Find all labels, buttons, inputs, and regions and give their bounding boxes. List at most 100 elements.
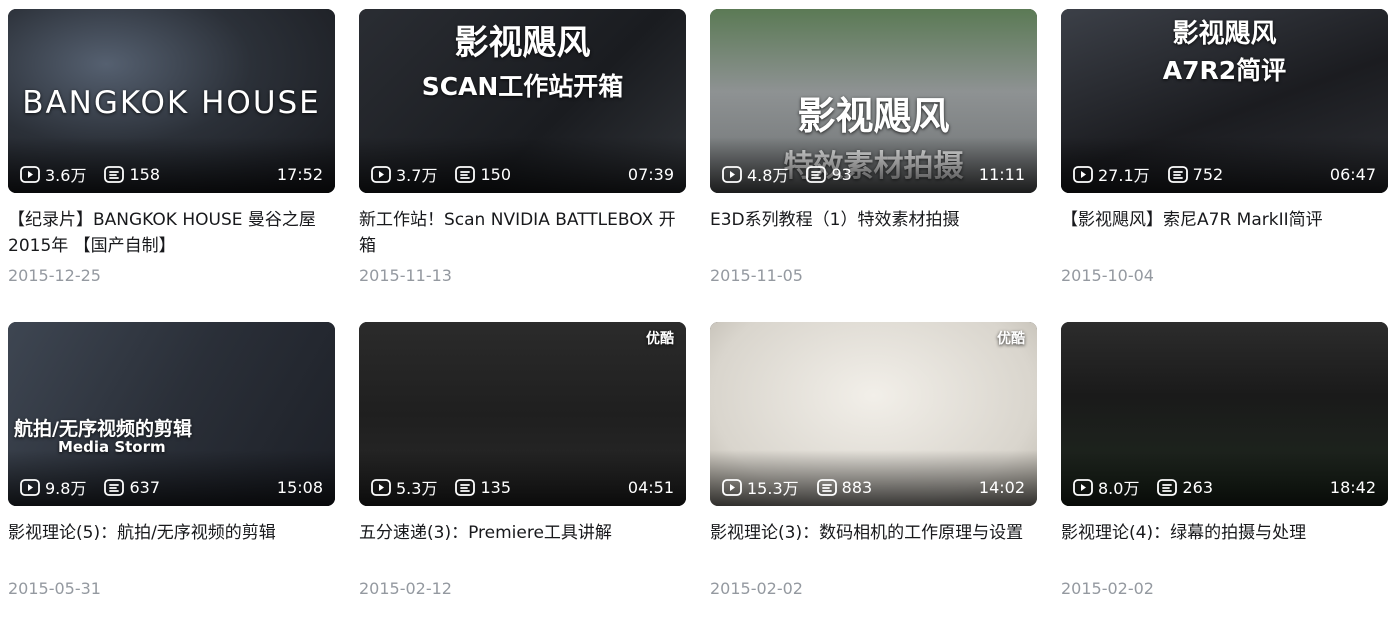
video-duration: 11:11 <box>978 164 1025 184</box>
play-count-icon <box>371 165 396 183</box>
video-title[interactable]: 影视理论(3)：数码相机的工作原理与设置 <box>710 520 1037 572</box>
comment-count-value: 263 <box>1182 477 1213 497</box>
video-duration: 15:08 <box>276 477 323 497</box>
video-card[interactable]: 8.0万 263 18:42 影视理论(4)：绿幕的拍摄与处理 2015-02-… <box>1061 322 1388 635</box>
video-title[interactable]: 新工作站！Scan NVIDIA BATTLEBOX 开箱 <box>359 207 686 259</box>
view-count-value: 4.8万 <box>747 166 789 185</box>
view-count: 15.3万 <box>722 475 799 499</box>
view-count-value: 3.7万 <box>396 166 438 185</box>
video-card[interactable]: 航拍/无序视频的剪辑 Media Storm 9.8万 637 15:08 影视… <box>8 322 335 635</box>
thumbnail-overlay-title: 优酷 <box>997 331 1025 347</box>
video-stats: 27.1万 752 06:47 <box>1073 162 1376 186</box>
thumbnail-overlay-title: 影视飓风 <box>797 94 950 138</box>
play-count-icon <box>1073 165 1098 183</box>
thumbnail-overlay-title: 影视飓风 <box>1172 19 1277 49</box>
video-date: 2015-10-04 <box>1061 266 1154 285</box>
video-date: 2015-02-02 <box>1061 579 1154 598</box>
video-date: 2015-05-31 <box>8 579 101 598</box>
comment-count-value: 150 <box>480 164 511 184</box>
video-title[interactable]: 【影视飓风】索尼A7R MarkII简评 <box>1061 207 1388 259</box>
video-card[interactable]: 影视飓风 SCAN工作站开箱 3.7万 150 07:39 新工作站！Scan … <box>359 9 686 322</box>
danmaku-count-icon <box>455 165 480 183</box>
danmaku-count-icon <box>816 478 842 496</box>
thumbnail-overlay-title: BANGKOK HOUSE <box>22 85 321 121</box>
view-count: 9.8万 <box>20 475 86 499</box>
thumbnail-overlay-subtitle: SCAN工作站开箱 <box>421 72 624 101</box>
comment-count: 135 <box>455 478 511 497</box>
video-thumbnail[interactable]: 航拍/无序视频的剪辑 Media Storm 9.8万 637 15:08 <box>8 322 335 506</box>
video-thumbnail[interactable]: 影视飓风 SCAN工作站开箱 3.7万 150 07:39 <box>359 9 686 193</box>
video-stats: 3.7万 150 07:39 <box>371 162 674 186</box>
comment-count-value: 637 <box>129 477 160 497</box>
comment-count: 752 <box>1167 164 1224 184</box>
video-title[interactable]: 影视理论(5)：航拍/无序视频的剪辑 <box>8 520 335 572</box>
video-thumbnail[interactable]: 8.0万 263 18:42 <box>1061 322 1388 506</box>
video-title[interactable]: 影视理论(4)：绿幕的拍摄与处理 <box>1061 520 1388 572</box>
comment-count: 263 <box>1157 478 1213 497</box>
thumbnail-overlay-title: 航拍/无序视频的剪辑 <box>14 418 192 440</box>
view-count-value: 5.3万 <box>396 479 438 498</box>
view-count: 27.1万 <box>1073 162 1150 186</box>
view-count-value: 3.6万 <box>45 166 87 185</box>
video-thumbnail[interactable]: 影视飓风 特效素材拍摄 4.8万 93 11:11 <box>710 9 1037 193</box>
video-date: 2015-02-12 <box>359 579 452 598</box>
comment-count-value: 752 <box>1192 164 1224 184</box>
video-thumbnail[interactable]: BANGKOK HOUSE 3.6万 158 17:52 <box>8 9 335 193</box>
view-count: 8.0万 <box>1073 475 1139 499</box>
video-date: 2015-12-25 <box>8 266 101 285</box>
danmaku-count-icon <box>455 478 480 496</box>
view-count-value: 8.0万 <box>1098 479 1140 498</box>
video-date: 2015-02-02 <box>710 579 803 598</box>
video-thumbnail[interactable]: 影视飓风 A7R2简评 27.1万 752 06:47 <box>1061 9 1388 193</box>
thumbnail-overlay-subtitle: A7R2简评 <box>1162 56 1287 85</box>
comment-count: 150 <box>455 165 511 184</box>
video-stats: 9.8万 637 15:08 <box>20 475 323 499</box>
video-title[interactable]: 五分速递(3)：Premiere工具讲解 <box>359 520 686 572</box>
view-count: 3.7万 <box>371 162 437 186</box>
view-count: 4.8万 <box>722 162 788 186</box>
comment-count-value: 93 <box>831 164 852 184</box>
video-card[interactable]: 优酷 5.3万 135 04:51 五分速递(3)：Premiere工具讲解 2… <box>359 322 686 635</box>
view-count-value: 9.8万 <box>45 479 87 498</box>
video-title[interactable]: E3D系列教程（1）特效素材拍摄 <box>710 207 1037 259</box>
video-thumbnail[interactable]: 优酷 15.3万 883 14:02 <box>710 322 1037 506</box>
play-count-icon <box>722 165 747 183</box>
video-duration: 06:47 <box>1329 164 1376 184</box>
video-duration: 14:02 <box>978 477 1025 497</box>
video-stats: 8.0万 263 18:42 <box>1073 475 1376 499</box>
view-count-value: 15.3万 <box>747 479 799 498</box>
comment-count-value: 158 <box>129 164 160 184</box>
video-stats: 5.3万 135 04:51 <box>371 475 674 499</box>
video-date: 2015-11-13 <box>359 266 452 285</box>
video-duration: 17:52 <box>276 164 323 184</box>
danmaku-count-icon <box>104 165 129 183</box>
play-count-icon <box>20 478 45 496</box>
video-title[interactable]: 【纪录片】BANGKOK HOUSE 曼谷之屋 2015年 【国产自制】 <box>8 207 335 259</box>
danmaku-count-icon <box>806 165 831 183</box>
video-card[interactable]: BANGKOK HOUSE 3.6万 158 17:52 【纪录片】BANGKO… <box>8 9 335 322</box>
video-grid: BANGKOK HOUSE 3.6万 158 17:52 【纪录片】BANGKO… <box>8 9 1388 635</box>
video-stats: 4.8万 93 11:11 <box>722 162 1025 186</box>
video-duration: 04:51 <box>627 477 674 497</box>
thumbnail-overlay-title: 影视飓风 <box>454 23 591 63</box>
video-card[interactable]: 影视飓风 A7R2简评 27.1万 752 06:47 【影视飓风】索尼A7R … <box>1061 9 1388 322</box>
comment-count: 883 <box>816 478 872 497</box>
play-count-icon <box>20 165 45 183</box>
video-duration: 07:39 <box>627 164 674 184</box>
danmaku-count-icon <box>1167 165 1193 183</box>
comment-count-value: 135 <box>480 477 511 497</box>
view-count-value: 27.1万 <box>1098 166 1150 185</box>
video-stats: 3.6万 158 17:52 <box>20 162 323 186</box>
comment-count: 93 <box>806 164 852 184</box>
danmaku-count-icon <box>104 478 129 496</box>
video-duration: 18:42 <box>1329 477 1376 497</box>
view-count: 3.6万 <box>20 162 86 186</box>
video-date: 2015-11-05 <box>710 266 803 285</box>
video-thumbnail[interactable]: 优酷 5.3万 135 04:51 <box>359 322 686 506</box>
video-card[interactable]: 优酷 15.3万 883 14:02 影视理论(3)：数码相机的工作原理与设置 … <box>710 322 1037 635</box>
play-count-icon <box>722 478 747 496</box>
play-count-icon <box>371 478 396 496</box>
comment-count: 158 <box>104 165 160 184</box>
view-count: 5.3万 <box>371 475 437 499</box>
video-card[interactable]: 影视飓风 特效素材拍摄 4.8万 93 11:11 E3D系列教程（1）特效素材… <box>710 9 1037 322</box>
